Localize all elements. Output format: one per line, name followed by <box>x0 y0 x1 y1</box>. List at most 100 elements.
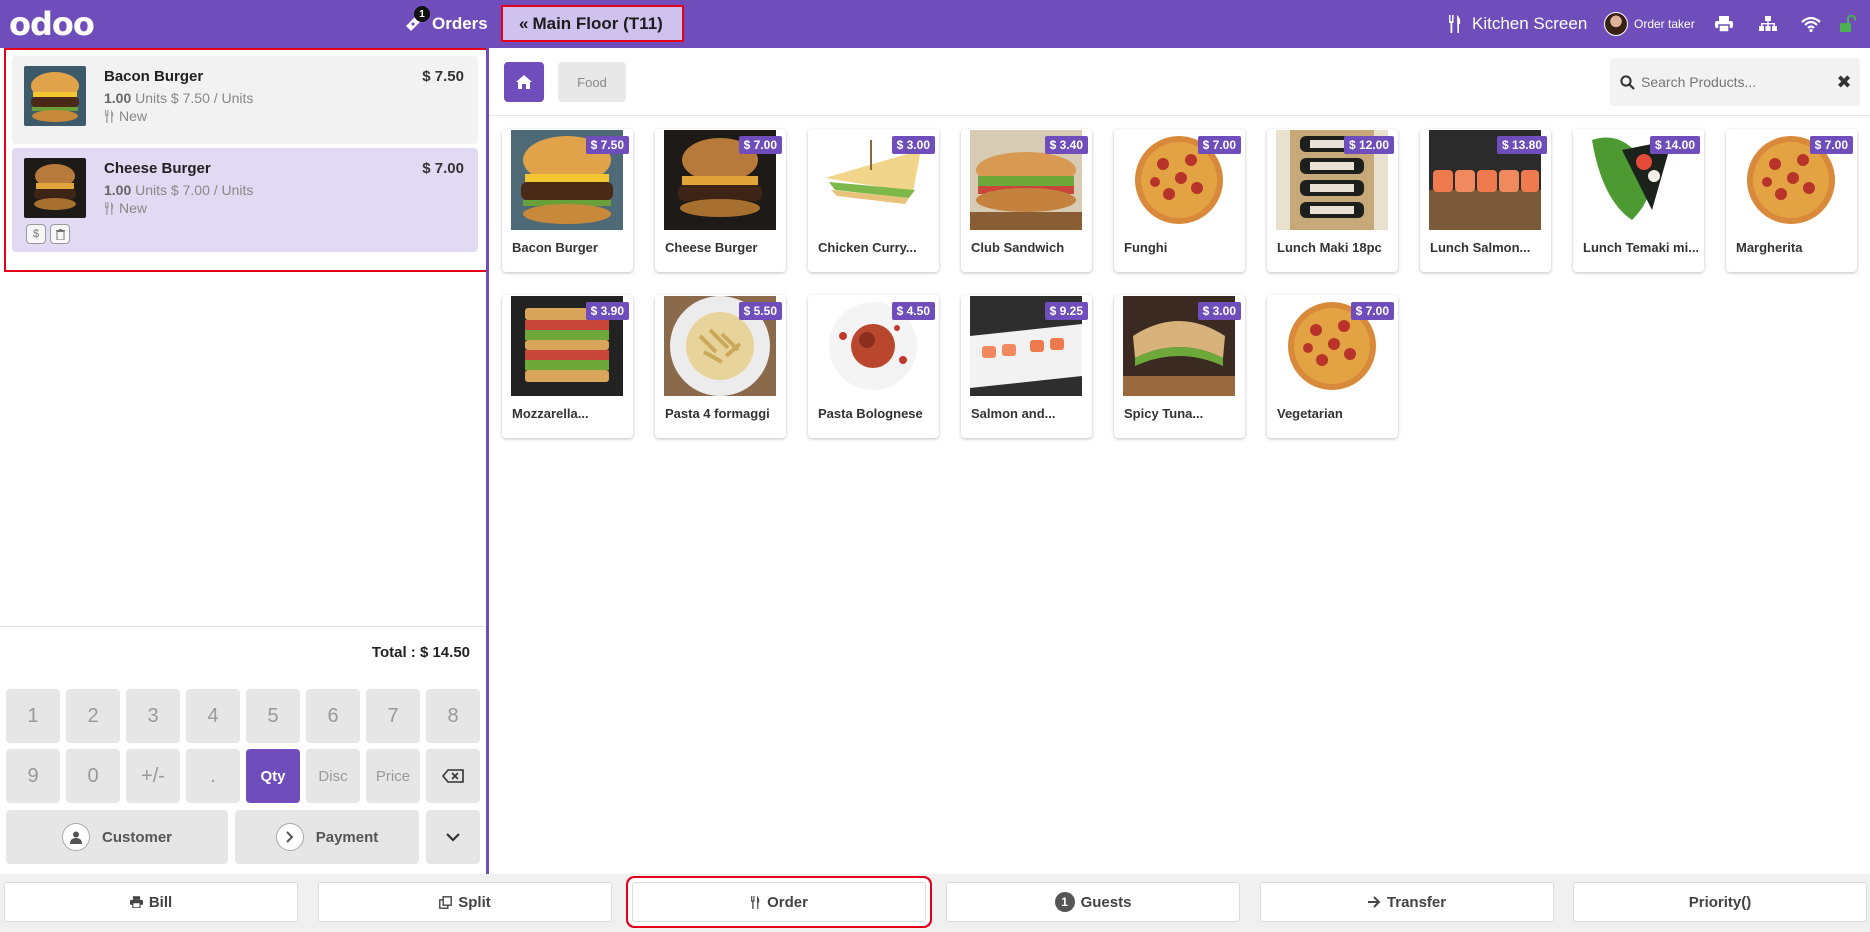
order-line-price: $ 7.50 <box>422 68 464 85</box>
priority-button[interactable]: Priority() <box>1573 882 1867 922</box>
backspace-key[interactable] <box>426 749 480 803</box>
product-card[interactable]: $ 9.25 Salmon and... <box>961 295 1092 438</box>
product-card[interactable]: $ 4.50 Pasta Bolognese <box>808 295 939 438</box>
customer-button[interactable]: Customer <box>6 810 228 864</box>
product-card[interactable]: $ 12.00 Lunch Maki 18pc <box>1267 129 1398 272</box>
utensils-icon <box>105 201 114 215</box>
utensils-icon <box>105 109 114 123</box>
numpad-key-6[interactable]: 6 <box>306 689 360 743</box>
product-name: Lunch Salmon... <box>1430 240 1531 255</box>
product-card[interactable]: $ 7.50 Bacon Burger <box>502 129 633 272</box>
total-divider <box>0 626 486 627</box>
product-card[interactable]: $ 7.00 Margherita <box>1726 129 1857 272</box>
product-card[interactable]: $ 7.00 Vegetarian <box>1267 295 1398 438</box>
numpad-key-decimal[interactable]: . <box>186 749 240 803</box>
product-price-tag: $ 3.40 <box>1044 136 1088 154</box>
chevron-down-icon <box>446 832 460 842</box>
numpad-mode-qty[interactable]: Qty <box>246 749 300 803</box>
numpad-key-4[interactable]: 4 <box>186 689 240 743</box>
unlock-icon[interactable] <box>1836 12 1860 36</box>
numpad-key-9[interactable]: 9 <box>6 749 60 803</box>
orders-button[interactable]: 1 Orders <box>404 6 488 40</box>
search-input[interactable] <box>1641 74 1821 90</box>
numpad-key-3[interactable]: 3 <box>126 689 180 743</box>
product-name: Pasta Bolognese <box>818 406 923 421</box>
order-line-status: New <box>104 200 147 216</box>
product-price-tag: $ 7.50 <box>585 136 629 154</box>
product-price-tag: $ 7.00 <box>1809 136 1853 154</box>
order-total: Total : $ 14.50 <box>371 644 470 661</box>
user-menu[interactable]: Order taker <box>1604 10 1695 38</box>
numpad-key-2[interactable]: 2 <box>66 689 120 743</box>
trash-icon[interactable] <box>50 224 70 244</box>
product-price-tag: $ 7.00 <box>738 136 782 154</box>
printer-icon <box>129 896 143 908</box>
order-button[interactable]: Order <box>632 882 926 922</box>
chevron-right-icon <box>275 823 304 851</box>
product-card[interactable]: $ 7.00 Funghi <box>1114 129 1245 272</box>
numpad-key-1[interactable]: 1 <box>6 689 60 743</box>
order-line-name: Cheese Burger <box>104 160 211 177</box>
numpad-key-0[interactable]: 0 <box>66 749 120 803</box>
product-name: Bacon Burger <box>512 240 598 255</box>
utensils-icon <box>751 895 760 909</box>
customer-label: Customer <box>101 828 172 846</box>
kitchen-screen-button[interactable]: Kitchen Screen <box>1448 12 1587 36</box>
search-box[interactable]: ✖ <box>1610 58 1860 106</box>
numpad-key-8[interactable]: 8 <box>426 689 480 743</box>
product-card[interactable]: $ 13.80 Lunch Salmon... <box>1420 129 1551 272</box>
more-actions-button[interactable] <box>426 810 480 864</box>
guests-count-badge: 1 <box>1054 892 1075 912</box>
order-line-selected[interactable]: Cheese Burger $ 7.00 1.00 Units $ 7.00 /… <box>12 148 478 252</box>
product-card[interactable]: $ 3.90 Mozzarella... <box>502 295 633 438</box>
arrow-right-icon <box>1367 896 1381 908</box>
product-name: Spicy Tuna... <box>1124 406 1204 421</box>
orders-label: Orders <box>432 14 488 33</box>
payment-label: Payment <box>315 828 379 846</box>
split-button[interactable]: Split <box>318 882 612 922</box>
wifi-icon[interactable] <box>1799 12 1823 36</box>
product-name: Lunch Maki 18pc <box>1277 240 1382 255</box>
product-price-tag: $ 13.80 <box>1496 136 1547 154</box>
numpad-key-plus-minus[interactable]: +/- <box>126 749 180 803</box>
odoo-logo: odoo <box>9 5 95 43</box>
product-name: Chicken Curry... <box>818 240 917 255</box>
ticket-icon: 1 <box>404 6 430 33</box>
order-line[interactable]: Bacon Burger $ 7.50 1.00 Units $ 7.50 / … <box>12 56 478 144</box>
product-card[interactable]: $ 14.00 Lunch Temaki mi... <box>1573 129 1704 272</box>
numpad-key-5[interactable]: 5 <box>246 689 300 743</box>
category-food[interactable]: Food <box>558 62 626 102</box>
printer-icon[interactable] <box>1712 12 1736 36</box>
bill-button[interactable]: Bill <box>4 882 298 922</box>
home-category-button[interactable] <box>504 62 544 102</box>
product-name: Pasta 4 formaggi <box>665 406 770 421</box>
numpad-mode-disc[interactable]: Disc <box>306 749 360 803</box>
numpad-mode-price[interactable]: Price <box>366 749 420 803</box>
product-card[interactable]: $ 3.00 Spicy Tuna... <box>1114 295 1245 438</box>
order-lines-list: Bacon Burger $ 7.50 1.00 Units $ 7.50 / … <box>4 48 488 272</box>
transfer-button[interactable]: Transfer <box>1260 882 1554 922</box>
product-card[interactable]: $ 7.00 Cheese Burger <box>655 129 786 272</box>
cheese-burger-thumbnail <box>24 158 86 218</box>
product-name: Funghi <box>1124 240 1168 255</box>
numpad-key-7[interactable]: 7 <box>366 689 420 743</box>
product-price-tag: $ 4.50 <box>891 302 935 320</box>
double-chevron-left-icon: « <box>519 13 529 33</box>
product-card[interactable]: $ 3.00 Chicken Curry... <box>808 129 939 272</box>
product-name: Cheese Burger <box>665 240 758 255</box>
product-name: Vegetarian <box>1277 406 1343 421</box>
payment-button[interactable]: Payment <box>235 810 419 864</box>
product-price-tag: $ 14.00 <box>1649 136 1700 154</box>
product-card[interactable]: $ 5.50 Pasta 4 formaggi <box>655 295 786 438</box>
network-sitemap-icon[interactable] <box>1756 12 1780 36</box>
guests-button[interactable]: 1 Guests <box>946 882 1240 922</box>
clear-search-icon[interactable]: ✖ <box>1834 70 1854 94</box>
product-price-tag: $ 5.50 <box>738 302 782 320</box>
product-name: Salmon and... <box>971 406 1056 421</box>
floor-back-button[interactable]: « Main Floor (T11) <box>501 5 684 42</box>
order-line-status: New <box>104 108 147 124</box>
user-name: Order taker <box>1634 17 1695 31</box>
price-override-icon[interactable]: $ <box>26 224 46 244</box>
product-card[interactable]: $ 3.40 Club Sandwich <box>961 129 1092 272</box>
kitchen-screen-label: Kitchen Screen <box>1472 14 1588 33</box>
